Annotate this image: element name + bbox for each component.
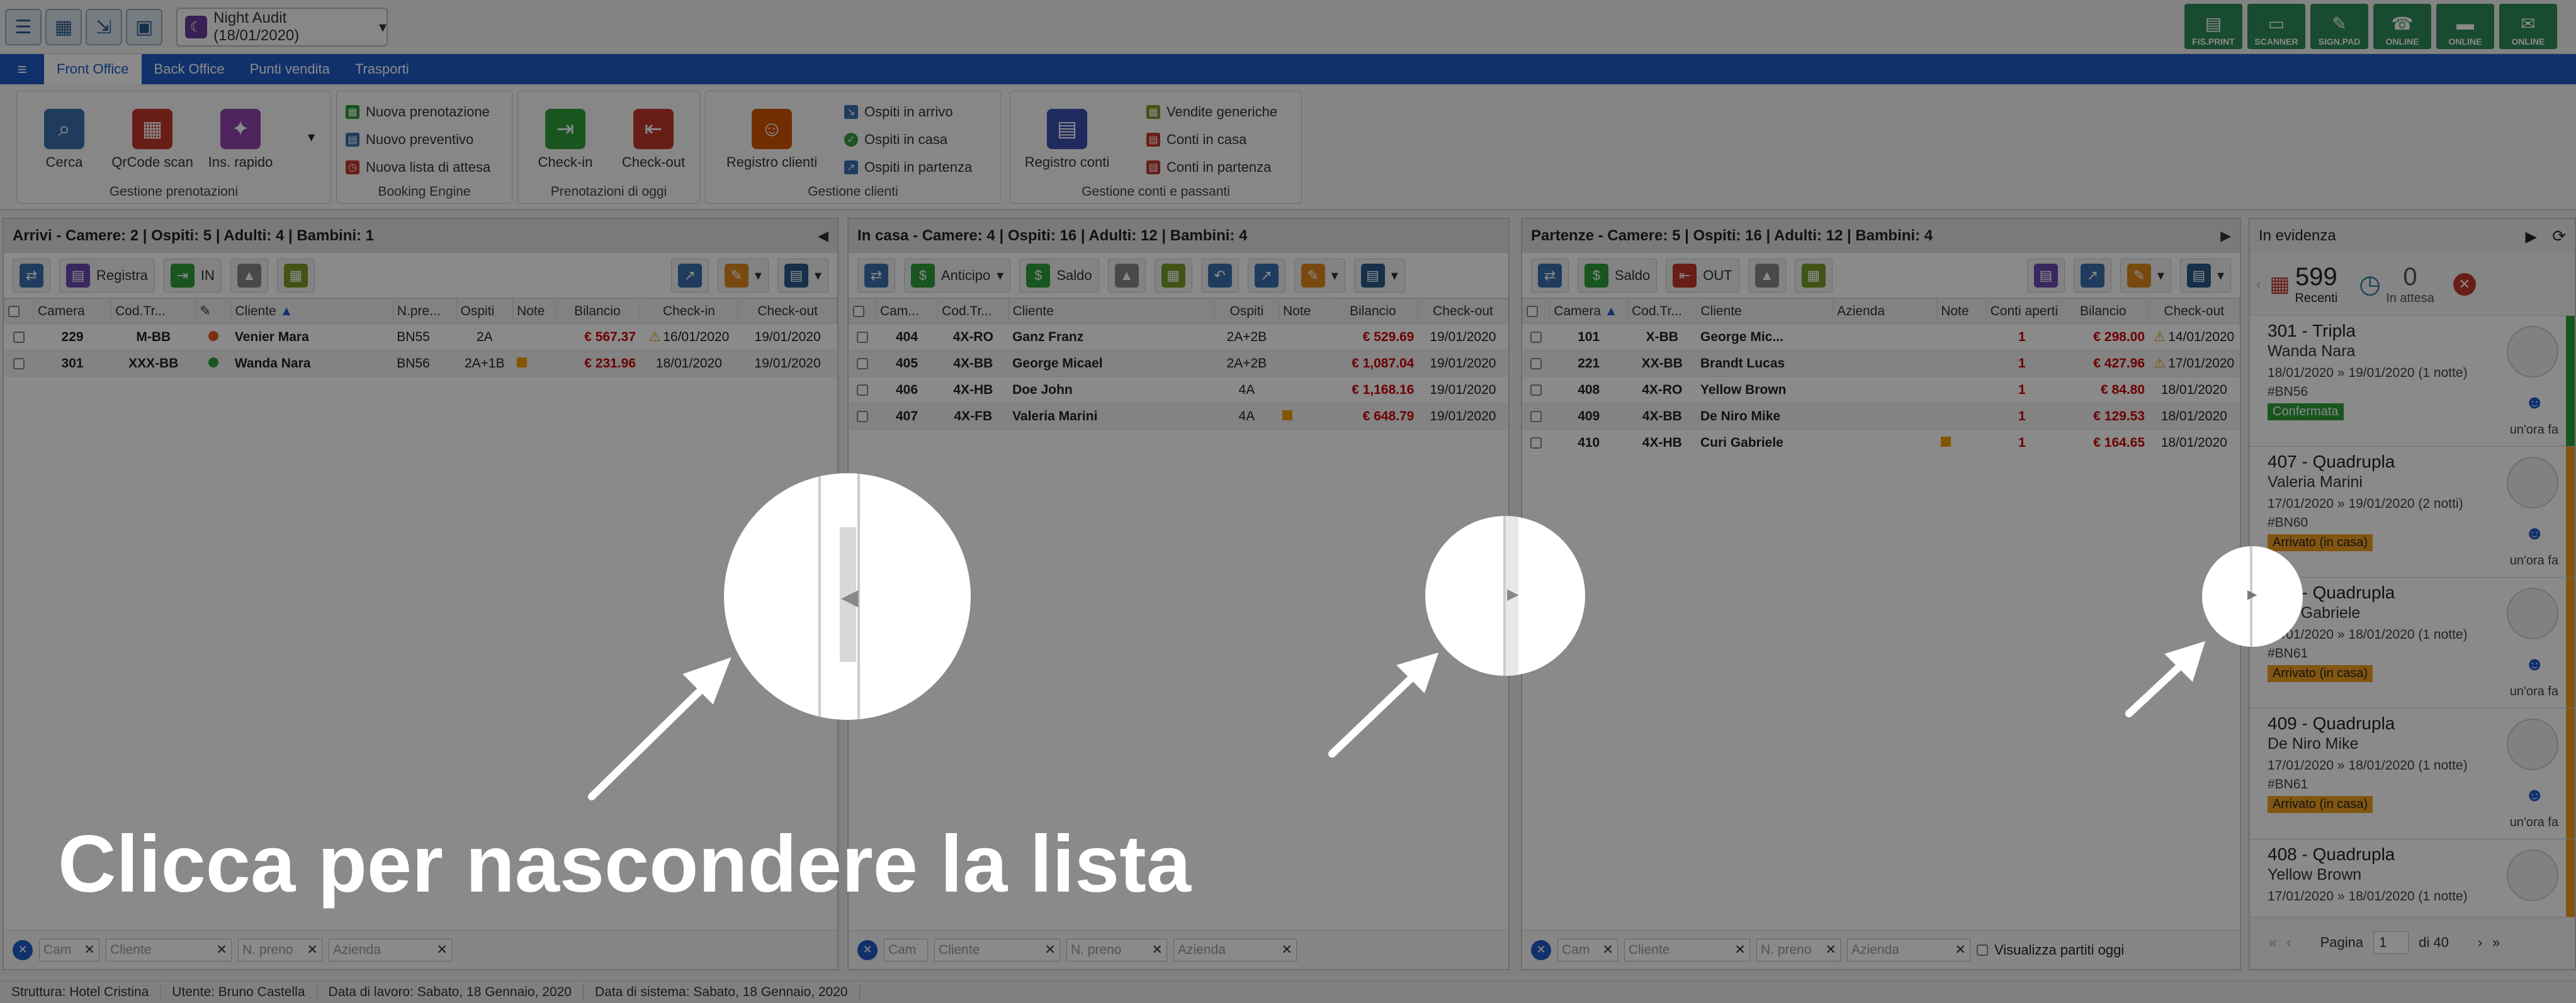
tutorial-caption: Clicca per nascondere la lista bbox=[58, 819, 1191, 909]
arrow-left bbox=[588, 682, 709, 800]
arrow-right bbox=[2125, 658, 2188, 717]
arrow-middle bbox=[1328, 670, 1420, 758]
